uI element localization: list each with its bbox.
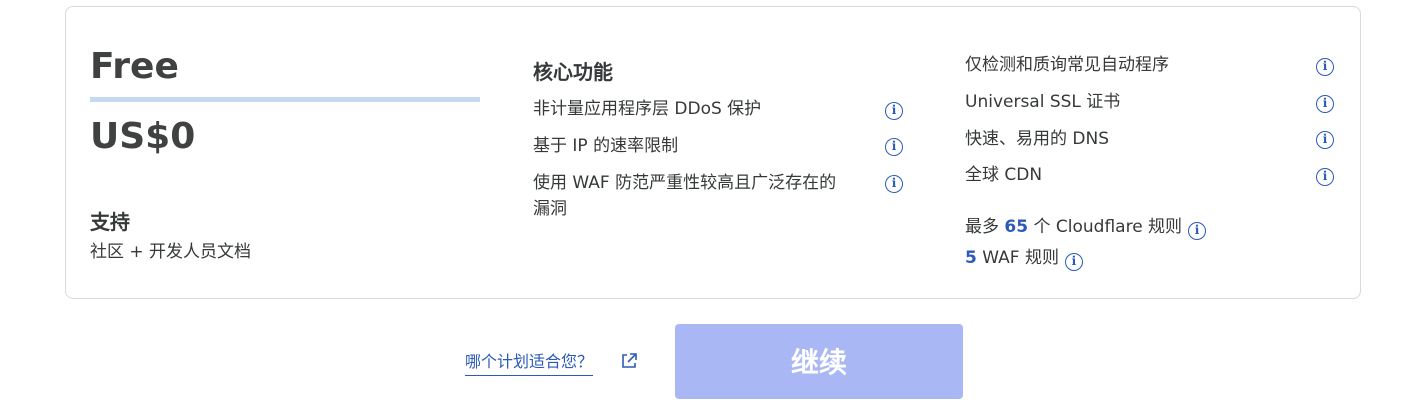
support-title: 支持 — [90, 210, 130, 234]
support-text: 社区 + 开发人员文档 — [90, 242, 252, 262]
which-plan-link[interactable]: 哪个计划适合您？ — [465, 350, 594, 376]
waf-rules-suffix: WAF 规则 — [982, 248, 1059, 268]
info-icon[interactable]: i — [1316, 58, 1334, 76]
plan-price: US$0 — [90, 116, 196, 157]
info-icon[interactable]: i — [885, 138, 903, 156]
feature-waf: 使用 WAF 防范严重性较高且广泛存在的 — [533, 173, 837, 193]
rules-prefix: 最多 — [965, 217, 999, 237]
rules-count: 65 — [1004, 217, 1029, 237]
feature-dns: 快速、易用的 DNS — [965, 129, 1110, 149]
feature-ddos: 非计量应用程序层 DDoS 保护 — [533, 99, 762, 119]
feature-ssl: Universal SSL 证书 — [965, 92, 1121, 112]
feature-cdn: 全球 CDN — [965, 165, 1043, 185]
info-icon[interactable]: i — [885, 102, 903, 120]
info-icon[interactable]: i — [1064, 253, 1083, 271]
rules-suffix: 个 Cloudflare 规则 — [1033, 217, 1183, 237]
plan-card: Free US$0 支持 社区 + 开发人员文档 核心功能 非计量应用程序层 D… — [65, 6, 1361, 299]
waf-rules-line: 5 WAF 规则 i — [965, 245, 1083, 271]
feature-rate-limit: 基于 IP 的速率限制 — [533, 136, 679, 156]
feature-bots: 仅检测和质询常见自动程序 — [965, 55, 1169, 75]
plan-name: Free — [90, 46, 179, 87]
plan-accent-bar — [90, 97, 480, 102]
waf-rules-count: 5 — [965, 248, 977, 268]
core-features-title: 核心功能 — [533, 60, 613, 84]
info-icon[interactable]: i — [1316, 168, 1334, 186]
info-icon[interactable]: i — [1316, 95, 1334, 113]
info-icon[interactable]: i — [885, 175, 903, 193]
info-icon[interactable]: i — [1316, 131, 1334, 149]
cloudflare-rules-line: 最多 65 个 Cloudflare 规则 i — [965, 214, 1207, 240]
external-link-icon[interactable] — [620, 352, 638, 370]
continue-button[interactable]: 继续 — [675, 324, 963, 399]
feature-waf-cont: 漏洞 — [533, 199, 567, 219]
info-icon[interactable]: i — [1188, 222, 1207, 240]
